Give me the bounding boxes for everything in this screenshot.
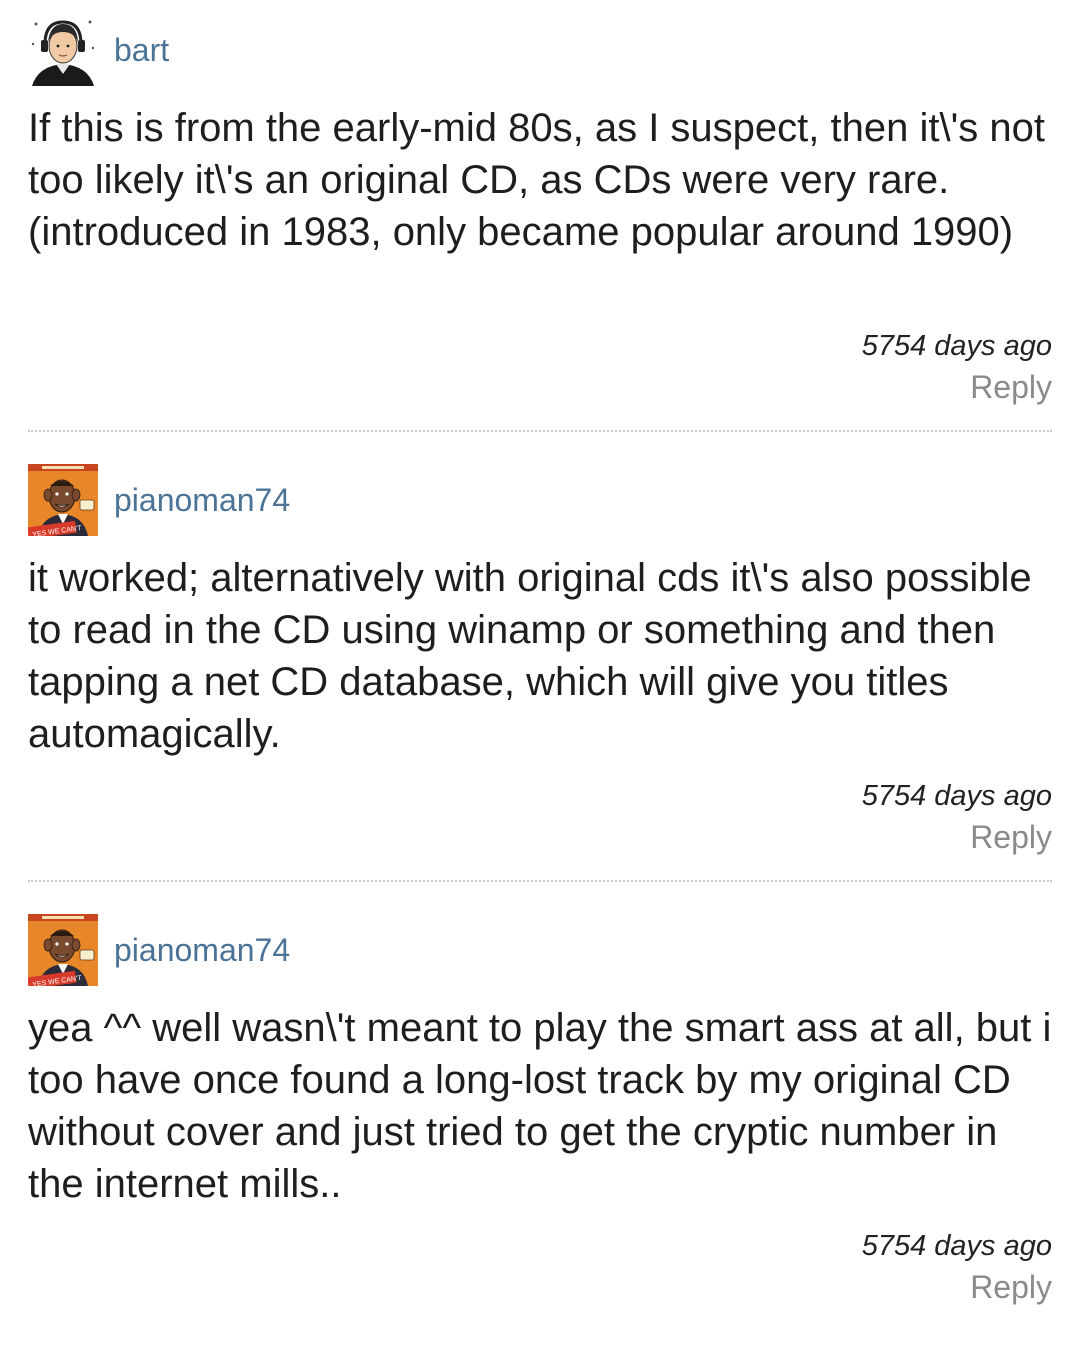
comment-header: bart (28, 14, 169, 86)
username-link[interactable]: bart (114, 34, 169, 66)
comment-header: YES WE CAN'T pianoman74 (28, 464, 290, 536)
comment-divider (28, 430, 1052, 432)
comment: bart If this is from the early-mid 80s, … (28, 0, 1052, 450)
mad-magazine-cover-avatar-icon: YES WE CAN'T (28, 914, 98, 986)
reply-link[interactable]: Reply (862, 816, 1052, 858)
timestamp: 5754 days ago (861, 780, 1052, 812)
comment-meta: 5754 days ago Reply (862, 776, 1052, 858)
mad-magazine-cover-avatar-icon: YES WE CAN'T (28, 464, 98, 536)
reply-link[interactable]: Reply (862, 1266, 1052, 1308)
comment-header: YES WE CAN'T pianoman74 (28, 914, 290, 986)
comment-meta: 5754 days ago Reply (862, 326, 1052, 408)
comment: YES WE CAN'T pianoman74 yea ^^ well wasn… (28, 900, 1052, 1350)
comment: YES WE CAN'T pianoman74 it worked; alter… (28, 450, 1052, 900)
reply-link[interactable]: Reply (862, 366, 1052, 408)
comment-divider (28, 880, 1052, 882)
comment-text: If this is from the early-mid 80s, as I … (28, 106, 1045, 254)
avatar[interactable]: YES WE CAN'T (28, 914, 98, 986)
timestamp: 5754 days ago (861, 330, 1052, 362)
headphones-man-avatar-icon (28, 14, 98, 86)
avatar[interactable] (28, 14, 98, 86)
comment-thread: bart If this is from the early-mid 80s, … (28, 0, 1052, 1350)
avatar[interactable]: YES WE CAN'T (28, 464, 98, 536)
timestamp: 5754 days ago (861, 1230, 1052, 1262)
username-link[interactable]: pianoman74 (114, 934, 290, 966)
username-link[interactable]: pianoman74 (114, 484, 290, 516)
comment-text: yea ^^ well wasn\'t meant to play the sm… (28, 1006, 1052, 1206)
comment-text: it worked; alternatively with original c… (28, 556, 1032, 756)
comment-meta: 5754 days ago Reply (862, 1226, 1052, 1308)
